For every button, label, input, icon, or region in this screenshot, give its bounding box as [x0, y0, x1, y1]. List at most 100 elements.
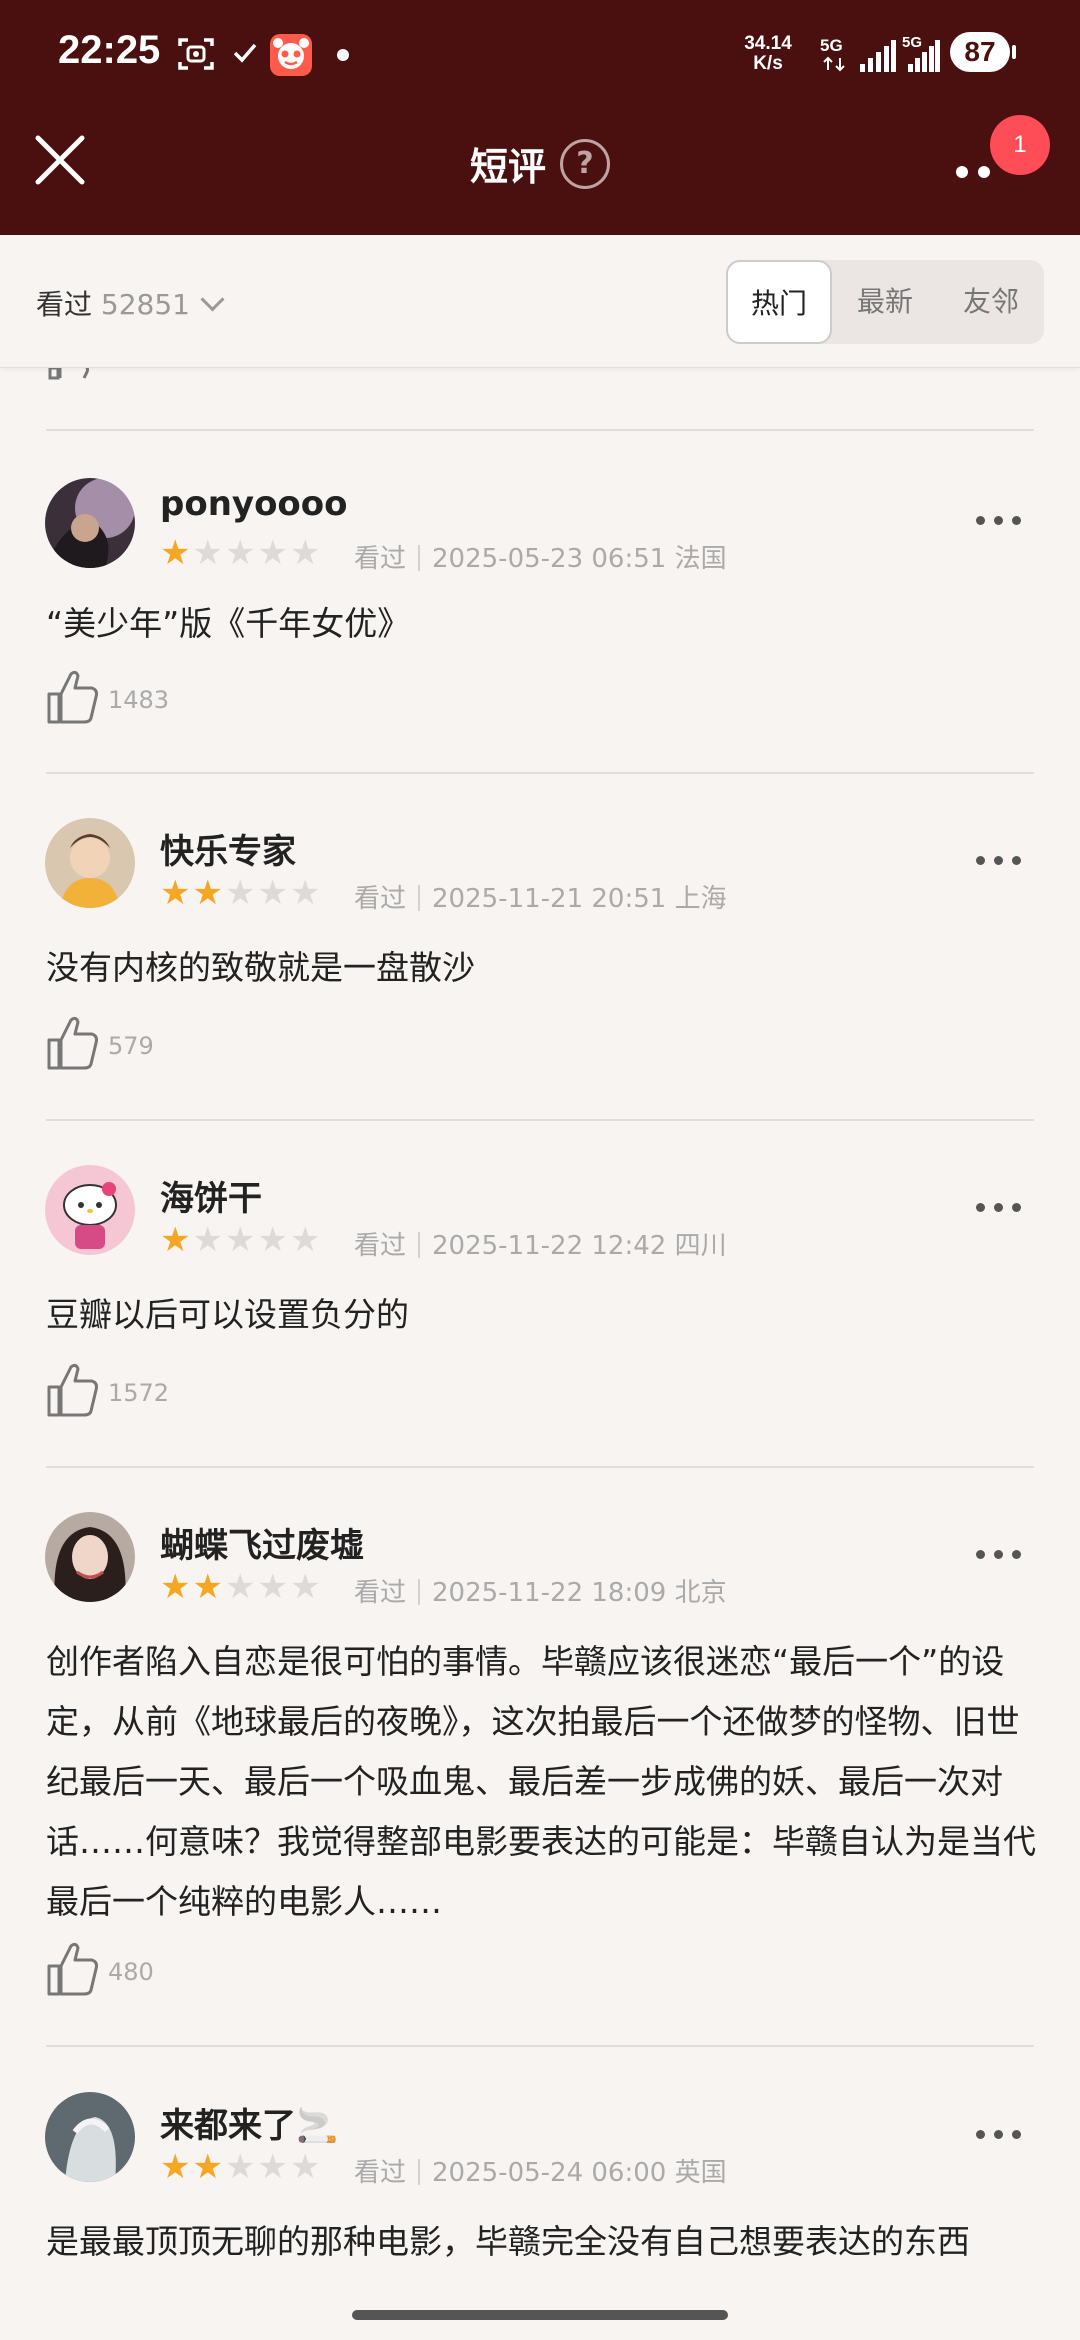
review-status: 看过: [354, 544, 407, 574]
star-filled-icon: ★: [160, 1220, 191, 1260]
star-empty-icon: ★: [224, 1220, 256, 1260]
sort-tabs: 热门 最新 友邻: [726, 260, 1044, 344]
star-empty-icon: ★: [289, 2147, 321, 2187]
review-username[interactable]: 海饼干: [160, 1171, 262, 1220]
star-filled-icon: ★: [192, 2147, 223, 2187]
star-empty-icon: ★: [289, 1220, 321, 1260]
status-time: 22:25: [58, 28, 161, 72]
more-dot: [976, 1550, 985, 1559]
divider: [46, 2045, 1034, 2047]
star-empty-icon: ★: [289, 533, 321, 573]
more-dot: [1012, 2130, 1021, 2139]
review-datetime: 2025-05-24 06:00: [432, 2158, 667, 2188]
review-location: 四川: [674, 1231, 727, 1261]
review-datetime: 2025-11-22 12:42: [432, 1231, 667, 1261]
review-status: 看过: [354, 1231, 407, 1261]
review-username[interactable]: 蝴蝶飞过废墟: [160, 1518, 364, 1567]
review-meta: 看过 2025-11-22 12:42 四川: [354, 1225, 727, 1262]
more-dot: [994, 1550, 1003, 1559]
rating-stars: ★★★★★: [160, 536, 322, 570]
star-filled-icon: ★: [160, 873, 191, 913]
app-notification-icon: [270, 34, 312, 76]
review-username[interactable]: 来都来了🚬: [160, 2098, 338, 2147]
avatar[interactable]: [45, 818, 135, 908]
rating-stars: ★★★★★: [160, 1223, 322, 1257]
review-more-button[interactable]: [974, 1548, 1024, 1564]
review-username[interactable]: 快乐专家: [160, 824, 296, 873]
more-dot: [994, 2130, 1003, 2139]
meta-separator: [418, 1578, 421, 1605]
signal-icon-2: [908, 40, 940, 72]
star-empty-icon: ★: [257, 533, 288, 573]
star-empty-icon: ★: [257, 1567, 288, 1607]
star-empty-icon: ★: [289, 873, 321, 913]
review-meta: 看过 2025-05-23 06:51 法国: [354, 538, 727, 575]
divider: [46, 1466, 1034, 1468]
star-empty-icon: ★: [257, 2147, 288, 2187]
divider: [46, 429, 1034, 431]
avatar[interactable]: [45, 1165, 135, 1255]
tab-hot[interactable]: 热门: [726, 260, 832, 344]
like-icon: [47, 670, 98, 724]
more-dot: [976, 516, 985, 525]
star-empty-icon: ★: [257, 873, 288, 913]
rating-stars: ★★★★★: [160, 1570, 322, 1604]
more-dot: [1012, 1550, 1021, 1559]
meta-separator: [418, 544, 421, 571]
avatar[interactable]: [45, 1512, 135, 1602]
nav-bar: 短评? 1: [0, 110, 1080, 235]
more-dot: [978, 166, 990, 178]
review-datetime: 2025-11-21 20:51: [432, 884, 667, 914]
review-content: 创作者陷入自恋是很可怕的事情。毕赣应该很迷恋“最后一个”的设定，从前《地球最后的…: [46, 1642, 1036, 1921]
tab-friends[interactable]: 友邻: [938, 260, 1044, 344]
more-dot: [994, 856, 1003, 865]
star-filled-icon: ★: [160, 2147, 191, 2187]
seen-filter[interactable]: 看过 52851: [36, 283, 225, 323]
star-empty-icon: ★: [192, 533, 223, 573]
network-speed: 34.14 K/s: [736, 34, 800, 74]
like-icon: [47, 1942, 98, 1996]
dot-icon: [337, 49, 349, 61]
meta-separator: [418, 2158, 421, 2185]
like-icon: [47, 1016, 98, 1070]
seen-label: 看过: [36, 288, 93, 321]
review-content: 没有内核的致敬就是一盘散沙: [46, 948, 475, 987]
page-title: 短评: [469, 145, 546, 189]
filter-bar: 看过 52851 热门 最新 友邻: [0, 235, 1080, 368]
review-meta: 看过 2025-05-24 06:00 英国: [354, 2152, 727, 2189]
review-location: 法国: [674, 544, 727, 574]
chevron-down-icon: [200, 287, 225, 312]
check-icon: [233, 43, 257, 63]
notification-badge[interactable]: 1: [990, 115, 1050, 175]
rating-stars: ★★★★★: [160, 2150, 322, 2184]
more-dot: [1012, 516, 1021, 525]
star-empty-icon: ★: [192, 1220, 223, 1260]
star-empty-icon: ★: [257, 1220, 288, 1260]
like-count: 1572: [108, 1379, 170, 1407]
review-more-button[interactable]: [974, 2128, 1024, 2144]
help-icon[interactable]: ?: [560, 138, 610, 189]
avatar[interactable]: [45, 2092, 135, 2182]
star-empty-icon: ★: [224, 2147, 256, 2187]
review-status: 看过: [354, 2158, 407, 2188]
star-empty-icon: ★: [224, 1567, 256, 1607]
review-meta: 看过 2025-11-22 18:09 北京: [354, 1572, 727, 1609]
review-meta: 看过 2025-11-21 20:51 上海: [354, 878, 727, 915]
meta-separator: [418, 884, 421, 911]
like-icon: [47, 1363, 98, 1417]
tab-latest[interactable]: 最新: [832, 260, 938, 344]
review-more-button[interactable]: [974, 854, 1024, 870]
star-empty-icon: ★: [224, 873, 256, 913]
home-indicator[interactable]: [352, 2310, 728, 2320]
review-username[interactable]: ponyoooo: [160, 484, 348, 524]
review-more-button[interactable]: [974, 514, 1024, 530]
review-more-button[interactable]: [974, 1201, 1024, 1217]
like-count: 1483: [108, 686, 170, 714]
avatar[interactable]: [45, 478, 135, 568]
divider: [46, 1119, 1034, 1121]
network-speed-unit: K/s: [753, 53, 783, 74]
star-filled-icon: ★: [192, 873, 223, 913]
star-filled-icon: ★: [160, 533, 191, 573]
more-dot: [976, 856, 985, 865]
review-datetime: 2025-05-23 06:51: [432, 544, 667, 574]
